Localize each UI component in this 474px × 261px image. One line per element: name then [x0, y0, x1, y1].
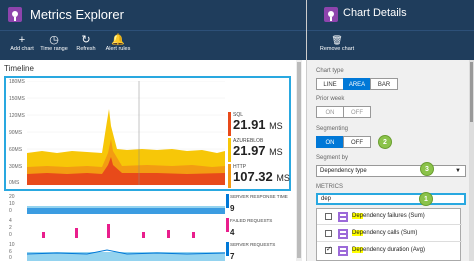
blade-title: Metrics Explorer	[30, 7, 124, 22]
chart-type-label: Chart type	[316, 68, 344, 74]
timeline-label: Timeline	[4, 64, 34, 73]
metric-checkbox[interactable]	[325, 213, 332, 220]
metric-item[interactable]: Dependency calls (Sum)	[317, 226, 462, 242]
y-tick: 0	[9, 232, 12, 238]
callout-badge-3: 3	[420, 162, 434, 176]
chart-details-blade: Chart Details 🗑 Remove chart Chart type …	[306, 0, 474, 261]
blade-header: Metrics Explorer	[0, 0, 306, 30]
mini-chart-failed-requests[interactable]: 4 2 0	[7, 218, 225, 238]
y-tick: 20	[9, 194, 15, 200]
dependency-icon	[338, 229, 348, 239]
response-sparkline	[27, 206, 225, 214]
alert-rules-button[interactable]: 🔔 Alert rules	[98, 34, 138, 52]
command-bar: + Add chart ◷ Time range ↻ Refresh 🔔 Ale…	[0, 30, 306, 60]
y-tick: 2	[9, 225, 12, 231]
metrics-explorer-icon	[8, 7, 22, 22]
y-tick: 0MS	[9, 180, 20, 186]
blade-title: Chart Details	[343, 7, 407, 19]
right-scrollbar-thumb[interactable]	[470, 62, 473, 122]
y-tick: 10	[9, 242, 15, 248]
response-color-bar	[226, 194, 229, 208]
command-bar: 🗑 Remove chart	[307, 30, 474, 60]
blade-header: Chart Details	[307, 0, 474, 30]
requests-sparkline	[27, 249, 225, 261]
failed-bars	[42, 224, 195, 238]
requests-color-bar	[226, 242, 229, 256]
prior-week-on[interactable]: ON	[316, 106, 344, 118]
metrics-explorer-blade: Metrics Explorer + Add chart ◷ Time rang…	[0, 0, 306, 261]
dependency-icon	[338, 212, 348, 222]
chevron-down-icon: ▼	[455, 168, 461, 174]
mini-value: 7	[230, 252, 235, 261]
failed-color-bar	[226, 218, 229, 232]
metrics-label: METRICS	[316, 184, 343, 190]
segmenting-on[interactable]: ON	[316, 136, 344, 148]
segment-by-dropdown[interactable]: Dependency type ▼	[316, 165, 466, 177]
area-chart-svg	[27, 81, 225, 185]
chart-type-selector: LINE AREA BAR	[316, 78, 398, 90]
remove-chart-button[interactable]: 🗑 Remove chart	[317, 34, 357, 52]
y-tick: 30MS	[9, 164, 23, 170]
metrics-list: Dependency failures (Sum) Dependency cal…	[316, 208, 462, 261]
dependency-icon	[338, 246, 348, 256]
segment-by-label: Segment by	[316, 155, 349, 161]
y-tick: 0	[9, 255, 12, 261]
callout-badge-2: 2	[378, 135, 392, 149]
metric-value: 107.32 MS	[233, 169, 290, 184]
y-tick: 0	[9, 208, 12, 214]
chart-type-area[interactable]: AREA	[343, 78, 371, 90]
metric-item[interactable]: Dependency duration (Avg)	[317, 243, 462, 259]
mini-value: 9	[230, 204, 235, 213]
y-tick: 150MS	[9, 96, 25, 102]
mini-chart-server-requests[interactable]: 10 6 0	[7, 242, 225, 261]
azureblob-color-bar	[228, 138, 231, 162]
y-tick: 180MS	[9, 79, 25, 85]
y-tick: 4	[9, 218, 12, 224]
trash-icon: 🗑	[331, 35, 343, 45]
prior-week-label: Prior week	[316, 96, 345, 102]
metrics-search-input[interactable]: dep	[316, 193, 466, 205]
sql-color-bar	[228, 112, 231, 136]
bell-icon: 🔔	[111, 34, 125, 46]
mini-label: FAILED REQUESTS	[230, 218, 273, 223]
main-chart[interactable]: 180MS 150MS 120MS 90MS 60MS 30MS 0MS	[7, 79, 227, 187]
mini-chart-server-response[interactable]: 20 10 0	[7, 194, 225, 214]
metric-value: 21.91 MS	[233, 117, 283, 132]
http-color-bar	[228, 164, 231, 188]
callout-badge-1: 1	[419, 192, 433, 206]
mini-label: SERVER RESPONSE TIME	[230, 194, 288, 199]
chart-type-bar[interactable]: BAR	[370, 78, 398, 90]
segmenting-toggle: ON OFF	[316, 136, 371, 148]
y-tick: 90MS	[9, 130, 23, 136]
mini-label: SERVER REQUESTS	[230, 242, 276, 247]
y-tick: 120MS	[9, 113, 25, 119]
metric-checkbox[interactable]	[325, 245, 332, 254]
chart-type-line[interactable]: LINE	[316, 78, 344, 90]
segmenting-label: Segmenting	[316, 126, 349, 132]
metric-value: 21.97 MS	[233, 143, 283, 158]
left-scrollbar-thumb[interactable]	[297, 62, 301, 258]
mini-value: 4	[230, 228, 235, 237]
prior-week-off[interactable]: OFF	[343, 106, 371, 118]
segmenting-off[interactable]: OFF	[343, 136, 371, 148]
chart-details-icon	[324, 7, 338, 22]
prior-week-toggle: ON OFF	[316, 106, 371, 118]
metric-item[interactable]: Dependency failures (Sum)	[317, 209, 462, 225]
y-tick: 60MS	[9, 147, 23, 153]
metric-checkbox[interactable]	[325, 230, 332, 237]
y-tick: 10	[9, 201, 15, 207]
